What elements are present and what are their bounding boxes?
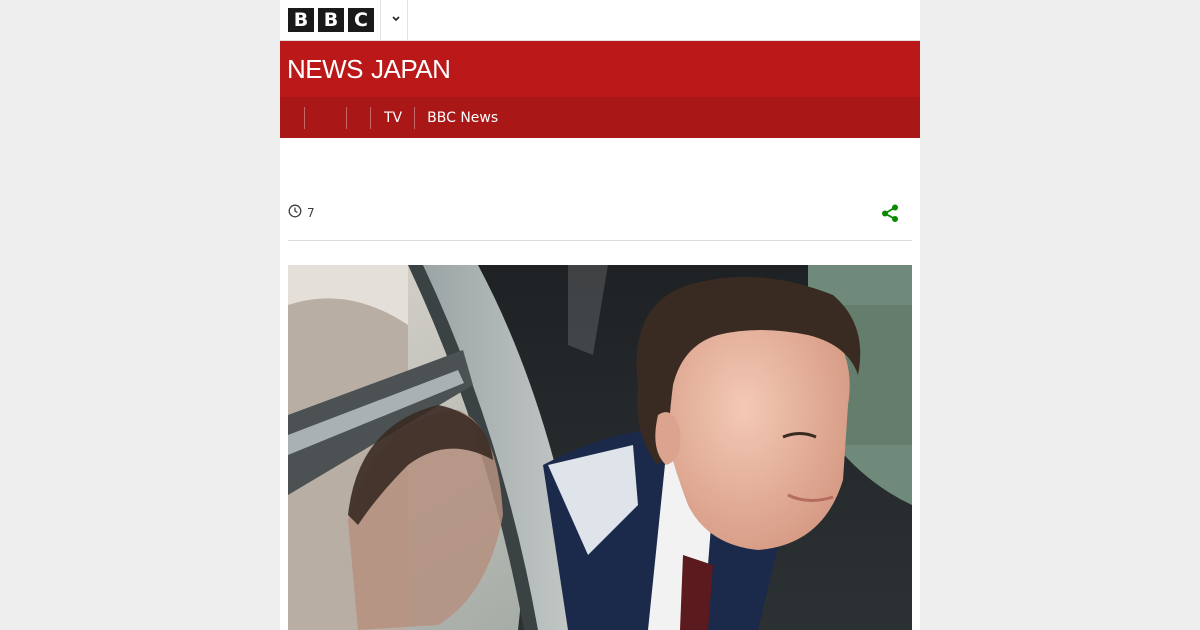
- article-photo: [288, 265, 912, 630]
- nav-item-2[interactable]: [346, 106, 370, 129]
- brand-edition: JAPAN: [371, 54, 451, 84]
- masthead: NEWS JAPAN: [280, 41, 920, 97]
- page: B B C NEWS JAPAN TV BBC News 7: [280, 0, 920, 630]
- bbc-logo-letter: C: [348, 8, 374, 32]
- share-icon: [880, 204, 900, 227]
- nav-item-bbc-news[interactable]: BBC News: [414, 106, 510, 129]
- bbc-logo[interactable]: B B C: [288, 8, 374, 32]
- article-meta: 7: [288, 204, 315, 221]
- section-nav: TV BBC News: [280, 97, 920, 138]
- bbc-logo-letter: B: [318, 8, 344, 32]
- divider: [288, 240, 912, 241]
- nav-item-tv[interactable]: TV: [370, 106, 414, 129]
- brand-news: NEWS: [287, 54, 364, 84]
- bbc-logo-letter: B: [288, 8, 314, 32]
- chevron-down-icon: [392, 15, 400, 25]
- global-header: B B C: [280, 0, 920, 41]
- more-menu-button[interactable]: [380, 0, 408, 40]
- article-photo-graphic: [288, 265, 912, 630]
- share-button[interactable]: [880, 203, 900, 223]
- timestamp: 7: [307, 205, 315, 220]
- nav-item-1[interactable]: [304, 106, 346, 129]
- brand-title[interactable]: NEWS JAPAN: [287, 54, 451, 85]
- clock-icon: [288, 204, 302, 221]
